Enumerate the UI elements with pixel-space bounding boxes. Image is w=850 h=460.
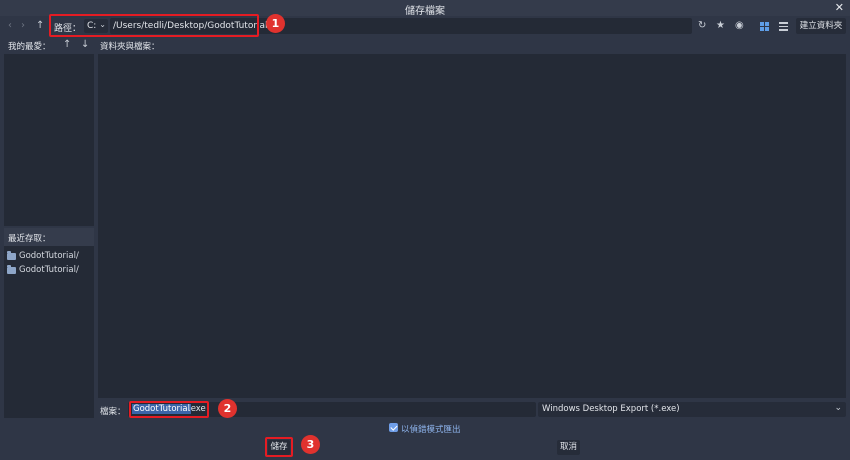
recent-item-label: GodotTutorial/ (19, 251, 79, 261)
folder-icon (7, 251, 16, 260)
cancel-button[interactable]: 取消 (557, 440, 580, 455)
recent-heading: 最近存取： (8, 234, 51, 244)
move-up-icon[interactable]: ↑ (63, 39, 71, 51)
path-label: 路徑： (54, 24, 82, 34)
eye-icon[interactable]: ◉ (735, 20, 744, 32)
recent-item-label: GodotTutorial/ (19, 265, 79, 275)
move-down-icon[interactable]: ↓ (81, 39, 89, 51)
file-type-select[interactable]: Windows Desktop Export (*.exe) ⌄ (538, 402, 846, 417)
close-icon[interactable]: ✕ (835, 1, 844, 14)
files-heading: 資料夾與檔案： (100, 42, 160, 52)
step-badge-2: 2 (218, 399, 237, 418)
chevron-down-icon: ⌄ (99, 20, 106, 29)
chevron-down-icon: ⌄ (834, 403, 842, 413)
file-type-value: Windows Desktop Export (*.exe) (542, 404, 680, 414)
drive-value: C: (87, 21, 97, 31)
list-view-icon[interactable] (779, 22, 788, 31)
folder-icon (7, 265, 16, 274)
favorites-list[interactable] (4, 54, 94, 226)
grid-view-icon[interactable] (760, 22, 769, 31)
recent-item[interactable]: GodotTutorial/ (7, 251, 93, 263)
debug-export-label[interactable]: 以偵錯模式匯出 (401, 423, 461, 435)
recent-header: 最近存取： (4, 228, 94, 246)
recent-list: GodotTutorial/ GodotTutorial/ (4, 246, 94, 418)
checkbox-icon[interactable] (389, 423, 398, 432)
create-folder-button[interactable]: 建立資料夾 (796, 18, 846, 34)
path-input[interactable] (110, 18, 692, 34)
drive-select[interactable]: C: ⌄ (84, 19, 108, 33)
up-icon[interactable]: ↑ (36, 20, 44, 32)
favorites-heading: 我的最愛： (8, 42, 51, 52)
star-icon[interactable]: ★ (716, 20, 725, 32)
forward-icon[interactable]: › (21, 20, 25, 32)
back-icon[interactable]: ‹ (8, 20, 12, 32)
file-list[interactable] (98, 54, 846, 398)
window-title: 儲存檔案 (405, 6, 445, 17)
step-badge-3: 3 (301, 435, 320, 454)
step-badge-1: 1 (266, 14, 285, 33)
filename-input[interactable]: GodotTutorial .exe (128, 402, 536, 417)
refresh-icon[interactable]: ↻ (698, 20, 706, 32)
filename-extension: .exe (188, 404, 206, 414)
save-button[interactable]: 儲存 (268, 440, 290, 455)
recent-item[interactable]: GodotTutorial/ (7, 265, 93, 277)
title-bar: 儲存檔案 ✕ (0, 0, 850, 17)
filename-selected-text: GodotTutorial (132, 404, 191, 414)
file-label: 檔案： (100, 407, 126, 417)
